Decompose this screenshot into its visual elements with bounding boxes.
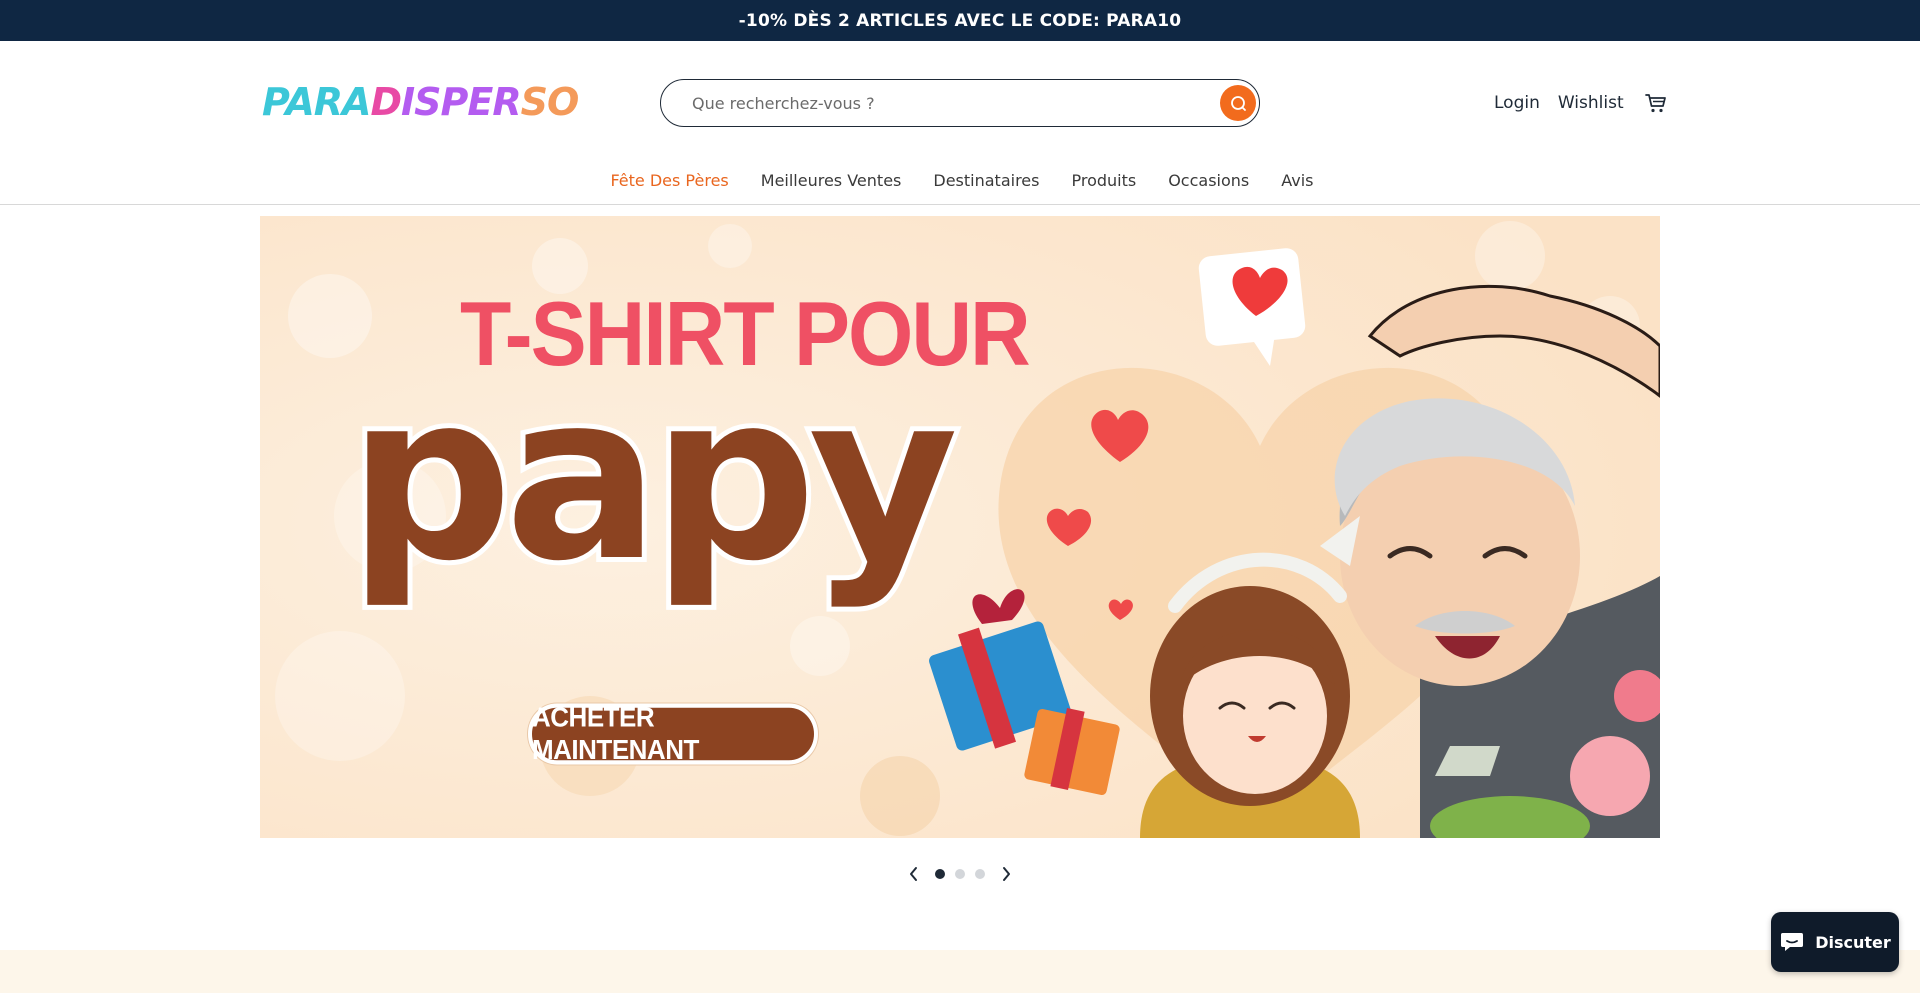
search-box [660,79,1260,127]
nav-item-avis[interactable]: Avis [1281,171,1313,201]
slider-dot-3[interactable] [975,869,985,879]
nav-item-meilleures-ventes[interactable]: Meilleures Ventes [761,171,902,201]
nav-item-destinataires[interactable]: Destinataires [933,171,1039,201]
logo-wordmark: PARADISPERSO [262,80,579,124]
site-header: PARADISPERSO Login Wishlist Fête Des Pèr… [0,41,1920,205]
nav-item-occasions[interactable]: Occasions [1168,171,1249,201]
chevron-right-icon [1003,867,1010,881]
slider-controls [900,862,1020,886]
chat-label: Discuter [1815,932,1891,952]
slider-dot-1[interactable] [935,869,945,879]
promo-text: -10% DÈS 2 ARTICLES AVEC LE CODE: PARA10 [738,10,1182,31]
hero-banner[interactable]: T-SHIRT POUR papy ACHETER MAINTENANT [260,216,1660,838]
nav-item-produits[interactable]: Produits [1071,171,1136,201]
shop-now-button[interactable]: ACHETER MAINTENANT [528,701,818,766]
search-input[interactable] [692,93,1172,113]
login-link[interactable]: Login [1494,93,1540,113]
hero-headline: papy [343,345,963,612]
header-actions: Login Wishlist [1494,90,1668,116]
slider-prev-button[interactable] [903,863,925,885]
chevron-left-icon [910,867,917,881]
promo-bar: -10% DÈS 2 ARTICLES AVEC LE CODE: PARA10 [0,0,1920,41]
slider-next-button[interactable] [995,863,1017,885]
wishlist-link[interactable]: Wishlist [1558,93,1624,113]
main-nav: Fête Des Pères Meilleures Ventes Destina… [0,171,1920,201]
site-logo[interactable]: PARADISPERSO [262,67,579,137]
search-button[interactable] [1220,85,1256,121]
next-section-band [0,950,1920,993]
nav-item-fete-des-peres[interactable]: Fête Des Pères [610,171,728,201]
search-icon [1231,96,1246,111]
cart-icon[interactable] [1644,91,1668,115]
chat-bubble-icon [1781,933,1804,951]
chat-button[interactable]: Discuter [1771,912,1899,972]
slider-dot-2[interactable] [955,869,965,879]
